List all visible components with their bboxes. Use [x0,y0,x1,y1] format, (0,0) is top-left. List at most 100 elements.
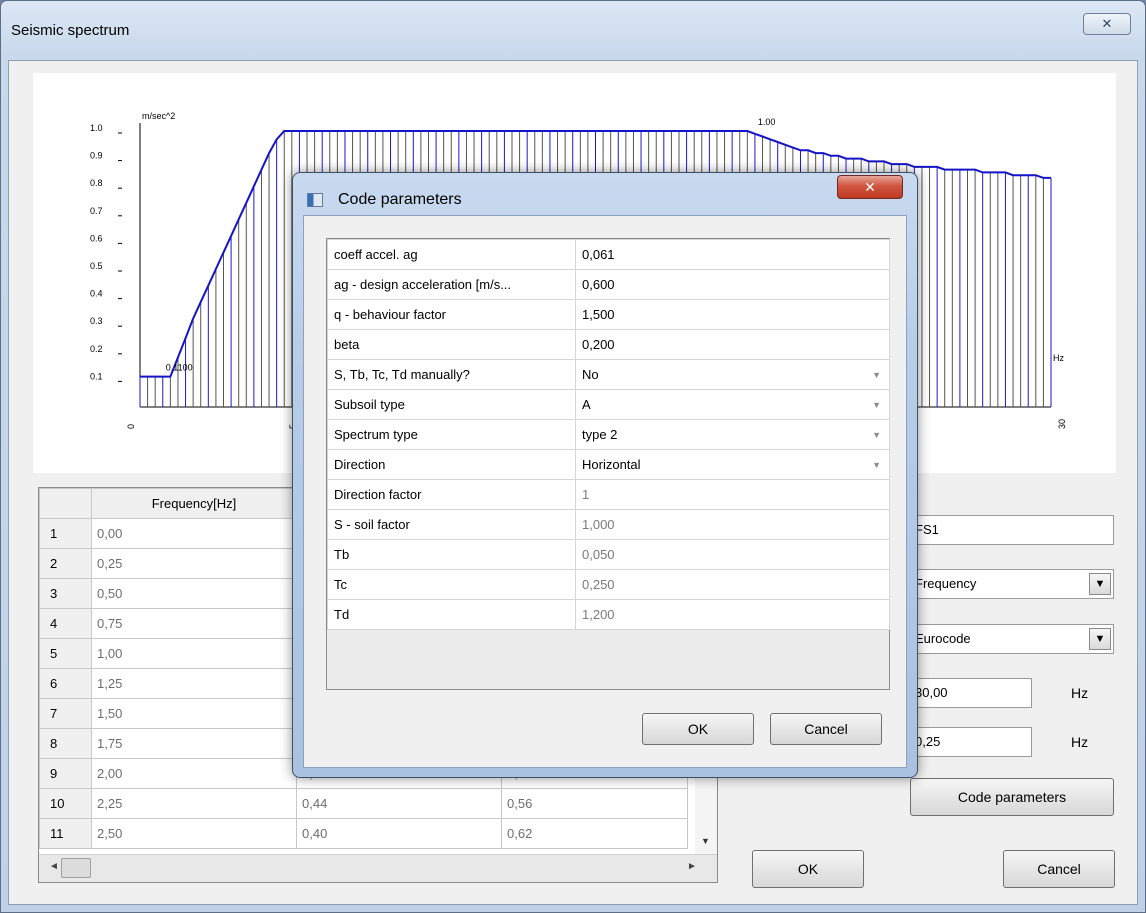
property-value[interactable]: A ▼ [575,389,890,420]
y-tick-label: 0.8 [90,178,103,188]
property-value[interactable]: 0,200 [575,329,890,360]
grid-horizontal-scrollbar[interactable]: ◄ ► [39,854,717,882]
value-cell[interactable]: 0,44 [296,788,502,819]
property-value: 1,000 [575,509,890,540]
spectrum-name-field[interactable]: FS1 [912,515,1114,545]
row-number: 8 [39,728,92,759]
scroll-right-icon[interactable]: ► [687,861,697,872]
property-value: 0,250 [575,569,890,600]
frequency-cell[interactable]: 0,50 [91,578,297,609]
property-value-text: A [582,397,591,412]
property-name: q - behaviour factor [327,299,576,330]
row-number: 9 [39,758,92,789]
chevron-down-icon[interactable]: ▼ [872,400,881,410]
step-value: 0,25 [915,734,941,749]
property-row[interactable]: ag - design acceleration [m/s... 0,600 [327,269,890,300]
row-number: 1 [39,518,92,549]
scroll-left-icon[interactable]: ◄ [49,861,59,872]
property-row: Td 1,200 [327,599,890,630]
y-tick-label: 0.3 [90,316,103,326]
value-cell[interactable]: 0,40 [296,818,502,849]
frequency-cell[interactable]: 0,25 [91,548,297,579]
step-unit: Hz [1071,734,1089,750]
property-value-text: 1 [582,487,590,502]
property-row[interactable]: q - behaviour factor 1,500 [327,299,890,330]
scrollbar-thumb[interactable] [61,858,91,878]
frequency-cell[interactable]: 2,50 [91,818,297,849]
property-value-text: type 2 [582,427,618,442]
dialog-close-button[interactable]: ✕ [837,175,903,199]
property-value[interactable]: 0,600 [575,269,890,300]
cancel-button[interactable]: Cancel [1003,850,1115,888]
property-value: 0,050 [575,539,890,570]
property-row: Direction factor 1 [327,479,890,510]
frequency-cell[interactable]: 1,75 [91,728,297,759]
max-frequency-field[interactable]: 30,00 [912,678,1032,708]
property-name: Tb [327,539,576,570]
chevron-down-icon[interactable]: ▼ [872,370,881,380]
window-close-button[interactable]: ✕ [1083,13,1131,35]
property-name: Spectrum type [327,419,576,450]
y-tick-label: 0.4 [90,289,103,299]
column-header-frequency[interactable]: Frequency[Hz] [91,488,297,519]
property-value[interactable]: type 2 ▼ [575,419,890,450]
step-field[interactable]: 0,25 [912,727,1032,757]
property-value[interactable]: 0,061 [575,239,890,270]
property-row[interactable]: Subsoil type A ▼ [327,389,890,420]
y-tick-label: 0.2 [90,344,103,354]
code-value: Eurocode [915,631,971,646]
property-name: ag - design acceleration [m/s... [327,269,576,300]
row-number: 10 [39,788,92,819]
property-name: S - soil factor [327,509,576,540]
chevron-down-icon[interactable]: ▼ [1089,628,1111,650]
close-icon: ✕ [864,179,876,195]
value-cell[interactable]: 0,56 [501,788,688,819]
frequency-cell[interactable]: 2,00 [91,758,297,789]
property-value-text: 0,050 [582,547,615,562]
property-row: S - soil factor 1,000 [327,509,890,540]
table-row[interactable]: 11 2,50 0,40 0,62 [39,818,688,849]
max-frequency-unit: Hz [1071,685,1089,701]
chevron-down-icon[interactable]: ▼ [872,430,881,440]
property-value[interactable]: Horizontal ▼ [575,449,890,480]
y-unit-label: m/sec^2 [142,111,175,121]
y-tick-label: 1.0 [90,123,103,133]
property-row[interactable]: beta 0,200 [327,329,890,360]
axis-type-value: Frequency [915,576,977,591]
chevron-down-icon[interactable]: ▼ [1089,573,1111,595]
axis-type-select[interactable]: Frequency ▼ [912,569,1114,599]
property-row: Tb 0,050 [327,539,890,570]
property-value[interactable]: No ▼ [575,359,890,390]
property-value-text: 1,200 [582,607,615,622]
frequency-cell[interactable]: 1,50 [91,698,297,729]
property-value[interactable]: 1,500 [575,299,890,330]
property-value-text: 0,250 [582,577,615,592]
property-row[interactable]: Spectrum type type 2 ▼ [327,419,890,450]
close-icon: ✕ [1101,16,1113,31]
frequency-cell[interactable]: 0,75 [91,608,297,639]
frequency-cell[interactable]: 1,00 [91,638,297,669]
code-parameters-button[interactable]: Code parameters [910,778,1114,816]
x-unit-label: Hz [1053,353,1064,363]
row-number: 5 [39,638,92,669]
property-row[interactable]: S, Tb, Tc, Td manually? No ▼ [327,359,890,390]
table-row[interactable]: 10 2,25 0,44 0,56 [39,788,688,819]
property-value-text: 0,600 [582,277,615,292]
dialog-ok-button[interactable]: OK [642,713,754,745]
property-row[interactable]: Direction Horizontal ▼ [327,449,890,480]
dialog-cancel-button[interactable]: Cancel [770,713,882,745]
frequency-cell[interactable]: 0,00 [91,518,297,549]
code-select[interactable]: Eurocode ▼ [912,624,1114,654]
x-tick-label: 30 [1057,419,1067,429]
code-parameters-dialog: Code parameters ✕ coeff accel. ag 0,061 ag… [292,172,918,778]
frequency-cell[interactable]: 2,25 [91,788,297,819]
property-name: Tc [327,569,576,600]
frequency-cell[interactable]: 1,25 [91,668,297,699]
scroll-down-icon[interactable]: ▼ [701,836,710,846]
property-grid[interactable]: coeff accel. ag 0,061 ag - design accelera… [326,238,890,690]
ok-button[interactable]: OK [752,850,864,888]
property-row[interactable]: coeff accel. ag 0,061 [327,239,890,270]
row-number: 11 [39,818,92,849]
chevron-down-icon[interactable]: ▼ [872,460,881,470]
value-cell[interactable]: 0,62 [501,818,688,849]
